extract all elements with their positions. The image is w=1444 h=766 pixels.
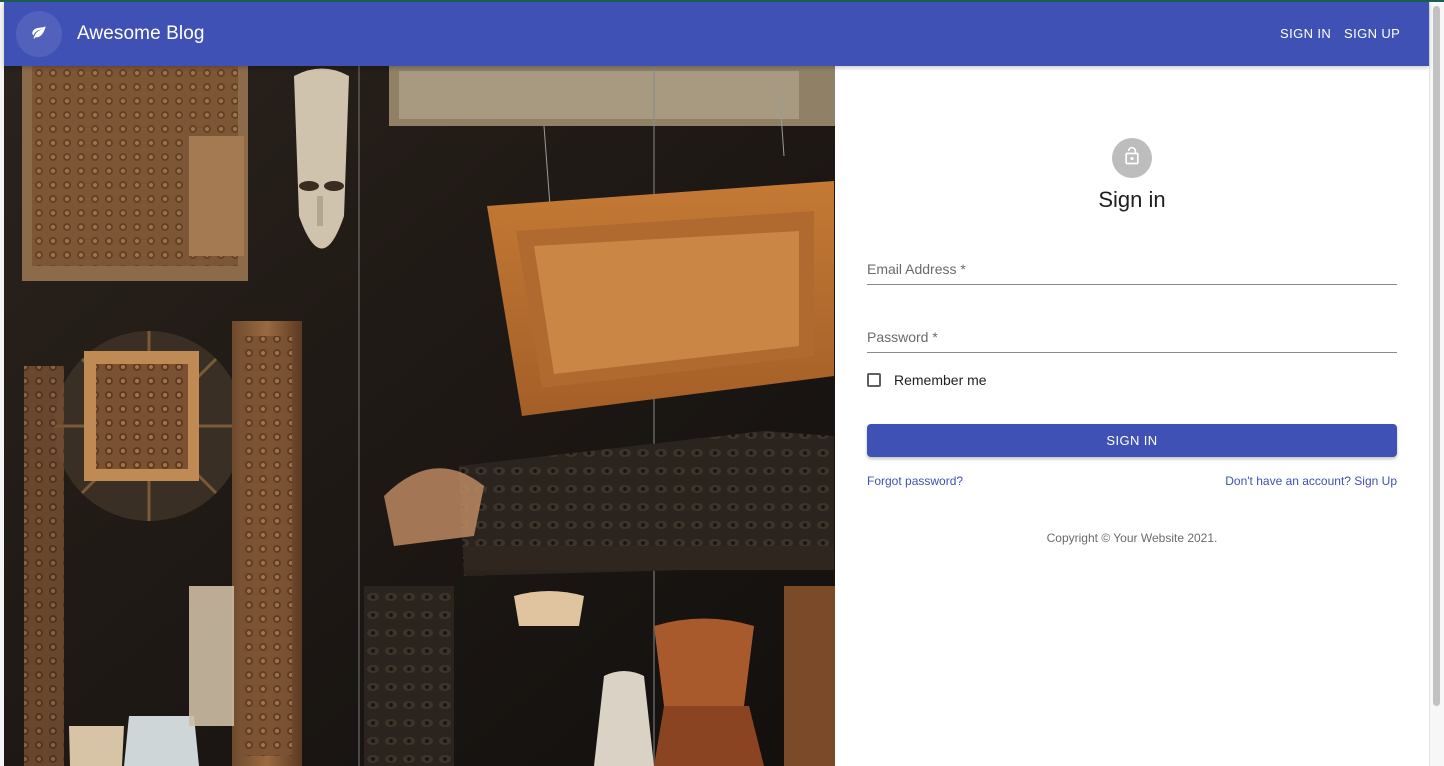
- leaf-icon: [31, 24, 47, 45]
- nav-sign-in-button[interactable]: SIGN IN: [1280, 24, 1331, 44]
- logo-button[interactable]: [16, 11, 62, 57]
- sign-up-link[interactable]: Don't have an account? Sign Up: [1225, 473, 1397, 489]
- scrollbar-thumb[interactable]: [1433, 6, 1440, 706]
- lock-icon: [1122, 146, 1142, 171]
- password-field[interactable]: Password *: [867, 312, 1397, 353]
- page-title: Sign in: [1098, 187, 1166, 212]
- app-title[interactable]: Awesome Blog: [77, 23, 205, 45]
- vertical-scrollbar[interactable]: [1429, 2, 1444, 766]
- sign-in-submit-button[interactable]: SIGN IN: [867, 424, 1397, 457]
- remember-me-label[interactable]: Remember me: [894, 370, 987, 390]
- remember-me-checkbox[interactable]: [867, 373, 881, 387]
- remember-me-control[interactable]: Remember me: [867, 370, 987, 390]
- password-input[interactable]: [867, 324, 1397, 350]
- email-input[interactable]: [867, 256, 1397, 282]
- forgot-password-link[interactable]: Forgot password?: [867, 473, 963, 489]
- browser-viewport: Awesome Blog SIGN IN SIGN UP Sign in Ema…: [0, 0, 1444, 766]
- sign-in-panel: Sign in Email Address * Password * Remem…: [835, 66, 1429, 766]
- copyright-text: Copyright © Your Website 2021.: [1046, 531, 1218, 545]
- nav-sign-up-button[interactable]: SIGN UP: [1344, 24, 1400, 44]
- hero-image: [4, 66, 835, 766]
- app-bar: Awesome Blog SIGN IN SIGN UP: [4, 2, 1429, 66]
- avatar: [1112, 138, 1152, 178]
- email-field[interactable]: Email Address *: [867, 244, 1397, 285]
